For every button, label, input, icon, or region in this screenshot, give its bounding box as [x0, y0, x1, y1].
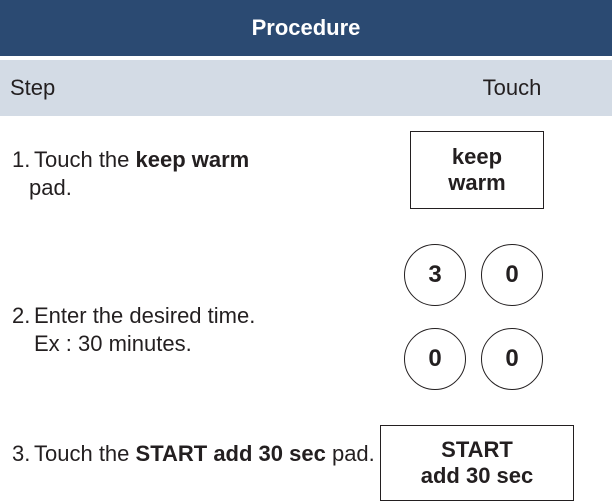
number-pad-0[interactable]: 0 [481, 328, 543, 390]
step-number: 1. [12, 147, 31, 172]
step-2: 2. Enter the desired time. Ex : 30 minute… [12, 302, 255, 358]
procedure-title: Procedure [251, 15, 361, 40]
step-text: pad. [325, 441, 375, 466]
step-instruction: Enter the desired time. Ex : 30 minutes. [34, 302, 255, 358]
start-label-line1: START [441, 437, 513, 462]
step-pad-name: keep warm [135, 147, 250, 172]
start-label-line2: add 30 sec [420, 463, 534, 488]
step-text: Touch the [34, 147, 136, 172]
column-header-row: Step Touch [0, 60, 612, 116]
keep-warm-pad[interactable]: keep warm [410, 131, 544, 209]
number-pad-3[interactable]: 3 [404, 244, 466, 306]
step-example: Ex : 30 minutes. [34, 331, 192, 356]
step-text: pad. [29, 175, 72, 200]
start-add-30-sec-pad[interactable]: START add 30 sec [380, 425, 574, 501]
number-pad-0[interactable]: 0 [404, 328, 466, 390]
keep-warm-label-line1: keep [451, 144, 503, 169]
touch-column-label: Touch [482, 75, 542, 100]
number-pad-0[interactable]: 0 [481, 244, 543, 306]
procedure-header: Procedure [0, 0, 612, 56]
step-pad-name: START add 30 sec [135, 441, 326, 466]
step-text: Enter the desired time. [34, 303, 256, 328]
step-instruction: Touch the keep warm pad. [29, 146, 250, 202]
start-label: START add 30 sec [421, 437, 534, 489]
step-text: Touch the [34, 441, 136, 466]
step-number: 2. [12, 303, 31, 328]
step-number: 3. [12, 441, 31, 466]
step-1: 1. Touch the keep warm pad. [12, 146, 249, 202]
step-3: 3. Touch the START add 30 sec pad. [12, 440, 375, 468]
step-instruction: Touch the START add 30 sec pad. [34, 440, 375, 468]
keep-warm-label-line2: warm [448, 170, 506, 195]
keep-warm-label: keep warm [448, 144, 505, 196]
step-column-label: Step [10, 75, 56, 100]
